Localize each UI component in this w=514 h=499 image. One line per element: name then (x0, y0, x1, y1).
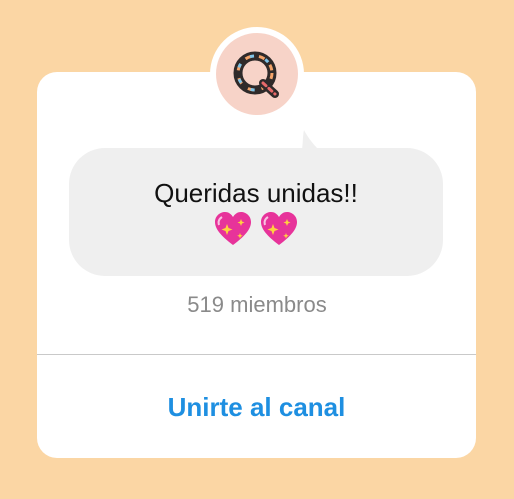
channel-avatar-ring (210, 27, 304, 121)
message-text: Queridas unidas!! (154, 178, 358, 208)
channel-avatar (216, 33, 298, 115)
sparkling-heart-icon (261, 212, 297, 245)
join-channel-button[interactable]: Unirte al canal (37, 356, 476, 458)
members-count: 519 miembros (187, 292, 327, 317)
message-bubble: Queridas unidas!! (69, 148, 443, 276)
channel-logo-icon (233, 51, 279, 98)
divider (37, 354, 476, 355)
message-emoji-row (213, 211, 299, 247)
sparkling-heart-icon (215, 212, 251, 245)
